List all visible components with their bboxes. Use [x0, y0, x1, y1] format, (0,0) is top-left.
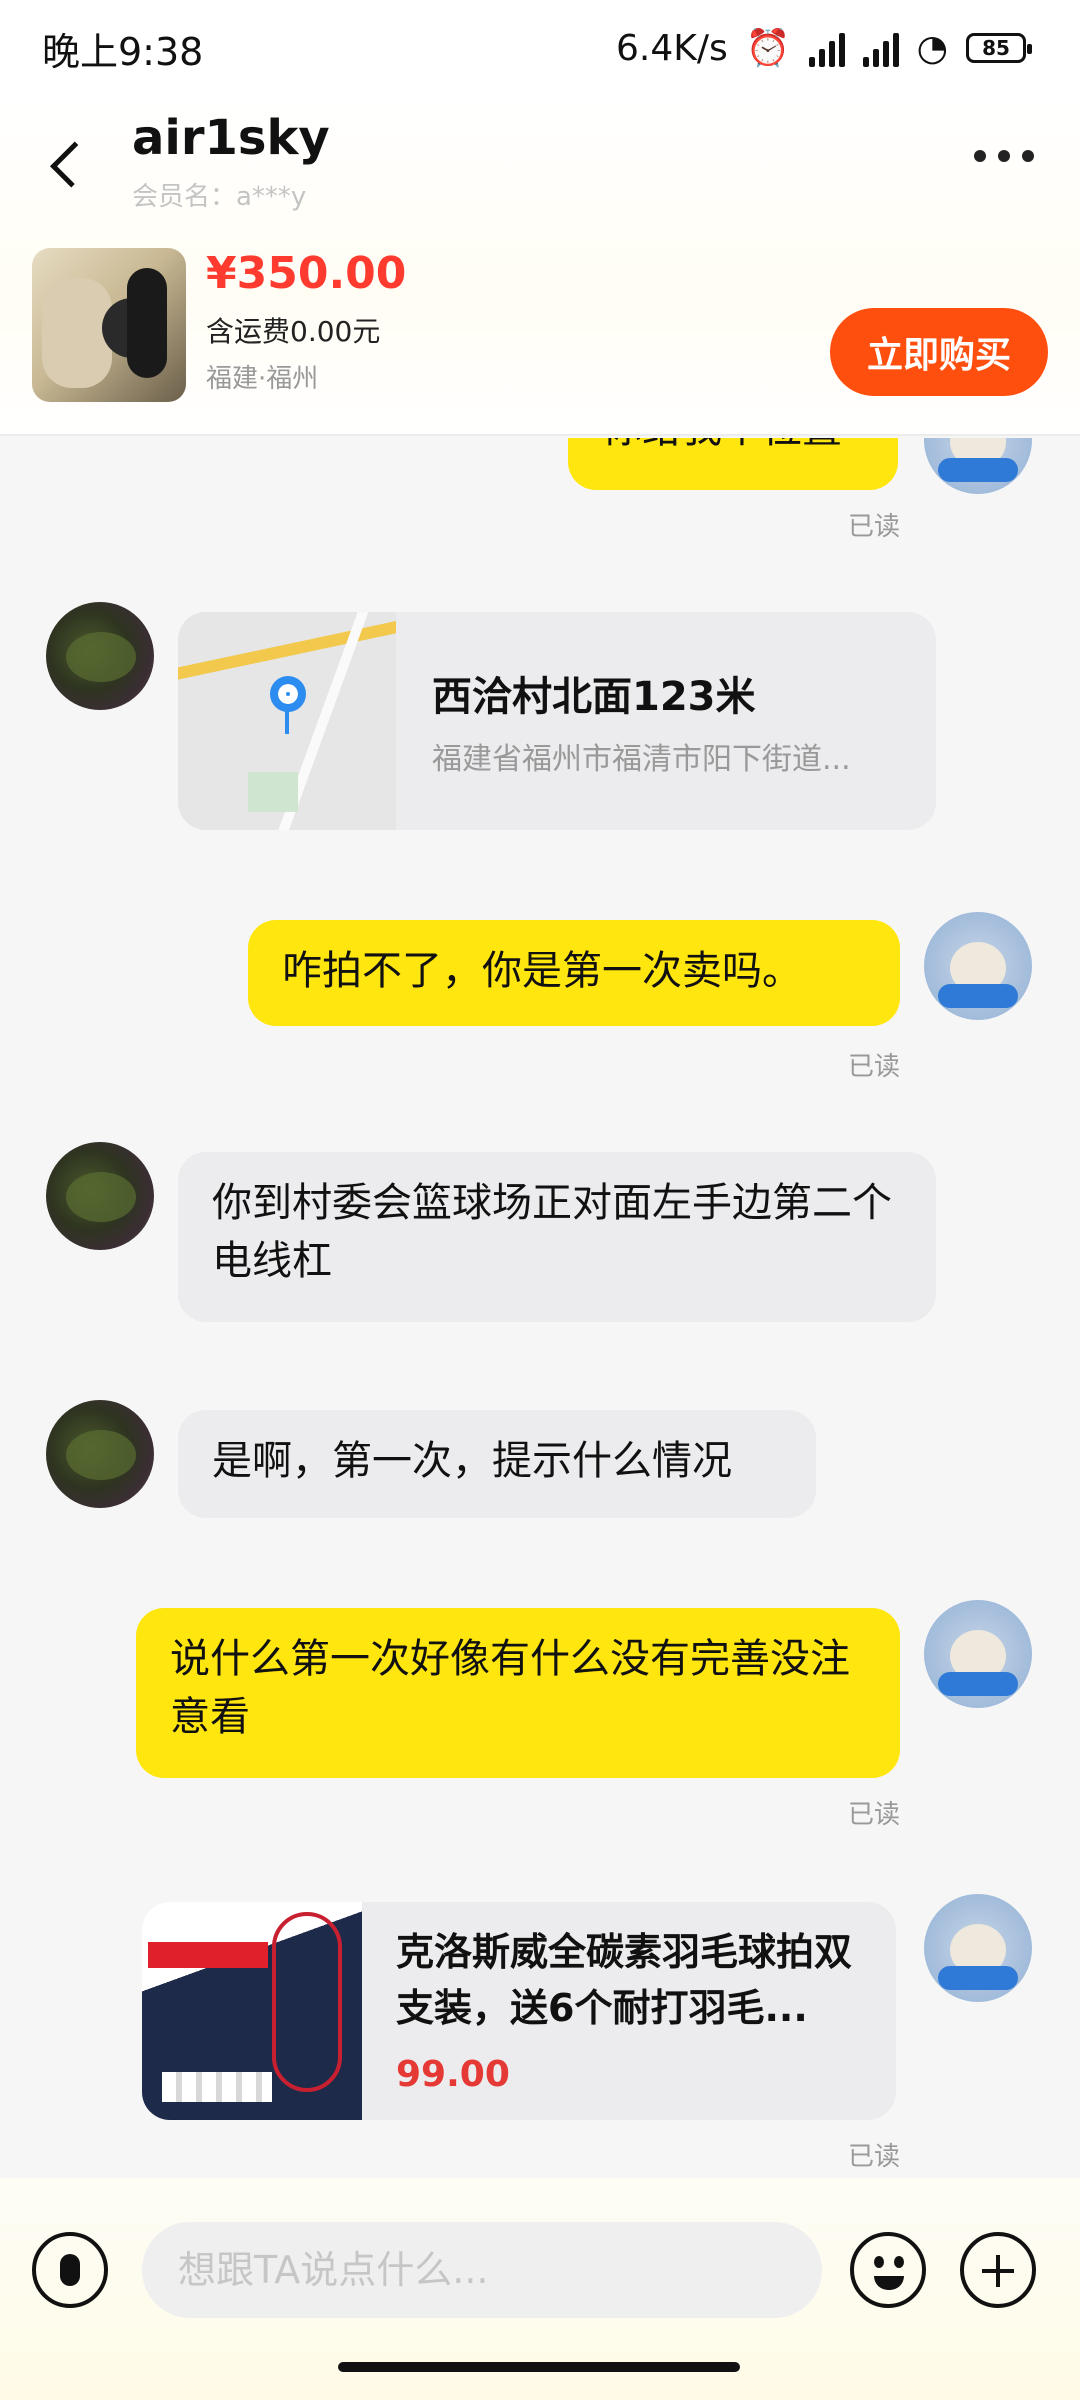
battery-level: 85 [982, 36, 1010, 60]
my-avatar[interactable] [924, 912, 1032, 1020]
product-card-thumbnail [142, 1902, 362, 2120]
message-text: 是啊，第一次，提示什么情况 [212, 1438, 732, 1484]
status-bar: 晚上9:38 6.4K/s ⏰ ◔ 85 [0, 0, 1080, 96]
message-bubble-them[interactable]: 你到村委会篮球场正对面左手边第二个电线杠 [178, 1152, 936, 1322]
battery-icon: 85 [966, 33, 1032, 63]
seller-avatar[interactable] [46, 1400, 154, 1508]
emoji-button[interactable] [850, 2232, 926, 2308]
message-text: 咋拍不了，你是第一次卖吗。 [282, 948, 802, 994]
wifi-icon: ◔ [916, 27, 948, 69]
message-input[interactable] [142, 2222, 822, 2318]
product-card-price: 99.00 [396, 2054, 510, 2095]
my-avatar[interactable] [924, 1600, 1032, 1708]
signal-icon [808, 29, 845, 67]
read-status: 已读 [848, 512, 901, 542]
buy-now-button[interactable]: 立即购买 [830, 308, 1048, 396]
message-bubble-me[interactable]: 说什么第一次好像有什么没有完善没注意看 [136, 1608, 900, 1778]
status-icons: 6.4K/s ⏰ ◔ 85 [616, 27, 1032, 69]
product-thumbnail[interactable] [32, 248, 186, 402]
read-status: 已读 [848, 2142, 901, 2172]
peer-name: air1sky [132, 110, 330, 166]
status-time: 晚上9:38 [42, 29, 204, 74]
read-status: 已读 [848, 1800, 901, 1830]
message-bubble-me[interactable]: 你给我个位置 [568, 438, 898, 490]
message-bubble-them[interactable]: 是啊，第一次，提示什么情况 [178, 1410, 816, 1518]
alarm-icon: ⏰ [745, 28, 791, 69]
map-thumbnail [178, 612, 396, 830]
plus-button[interactable] [960, 2232, 1036, 2308]
back-icon[interactable] [44, 132, 88, 196]
signal-icon-2 [862, 29, 899, 67]
map-pin-icon [270, 676, 306, 712]
read-status: 已读 [848, 1052, 901, 1082]
network-speed: 6.4K/s [616, 27, 728, 69]
product-location: 福建·福州 [206, 364, 319, 394]
location-address: 福建省福州市福清市阳下街道... [432, 742, 851, 777]
product-card-title: 克洛斯威全碳素羽毛球拍双支装，送6个耐打羽毛... [396, 1930, 853, 2030]
message-bubble-me[interactable]: 咋拍不了，你是第一次卖吗。 [248, 920, 900, 1026]
message-text: 你到村委会篮球场正对面左手边第二个电线杠 [212, 1180, 892, 1284]
my-avatar[interactable] [924, 1894, 1032, 2002]
message-text: 你给我个位置 [602, 438, 842, 452]
location-title: 西洽村北面123米 [432, 674, 756, 720]
member-label: 会员名：a***y [132, 182, 307, 212]
home-indicator[interactable] [338, 2362, 740, 2372]
product-card[interactable]: 克洛斯威全碳素羽毛球拍双支装，送6个耐打羽毛... 99.00 [142, 1902, 896, 2120]
location-card[interactable]: 西洽村北面123米 福建省福州市福清市阳下街道... [178, 612, 936, 830]
chat-header: air1sky 会员名：a***y ¥350.00 含运费0.00元 福建·福州… [0, 96, 1080, 436]
seller-avatar[interactable] [46, 1142, 154, 1250]
more-icon[interactable] [974, 146, 1034, 166]
product-shipping: 含运费0.00元 [206, 315, 381, 348]
message-text: 说什么第一次好像有什么没有完善没注意看 [170, 1636, 850, 1740]
seller-avatar[interactable] [46, 602, 154, 710]
chat-messages[interactable]: 你给我个位置 已读 西洽村北面123米 福建省福州市福清市阳下街道... 咋拍不… [0, 438, 1080, 2178]
voice-button[interactable] [32, 2232, 108, 2308]
my-avatar[interactable] [924, 438, 1032, 494]
product-price: ¥350.00 [206, 248, 407, 299]
